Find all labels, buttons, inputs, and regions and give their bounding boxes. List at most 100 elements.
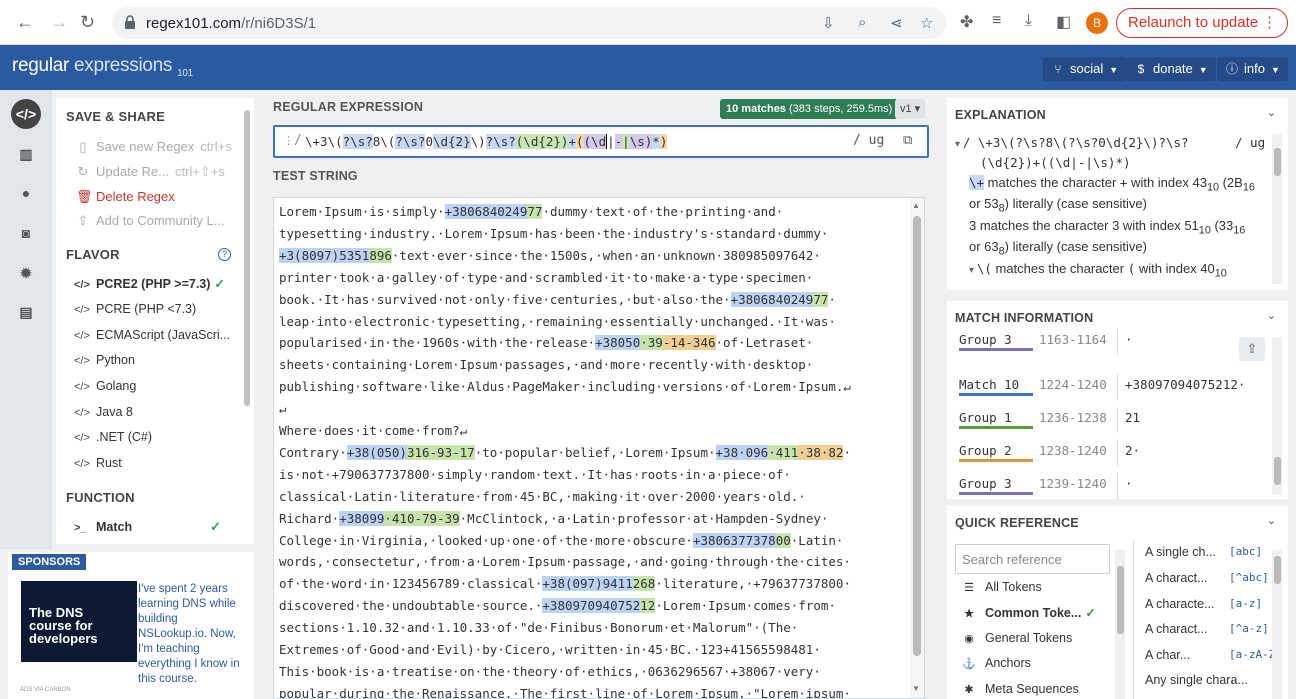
save-icon: ▯ (79, 139, 87, 154)
delete-regex-item[interactable]: 🗑 Delete Regex (76, 189, 175, 205)
donate-button[interactable]: $ donate ▼ (1126, 57, 1216, 81)
ref-token[interactable]: A charact... [^a-z] (1145, 622, 1269, 636)
social-button[interactable]: ⑂ social ▼ (1043, 57, 1127, 81)
reading-list-icon[interactable]: ≡ (992, 12, 1001, 30)
match-highlight: +3806377378 (692, 532, 776, 548)
reload-icon[interactable]: ↻ (80, 12, 95, 33)
ref-token[interactable]: A single ch... [abc] (1145, 545, 1262, 559)
info-button[interactable]: ⓘ info ▼ (1217, 57, 1288, 81)
version-dropdown[interactable]: v1 ▾ (895, 99, 926, 119)
match-highlight: 268 (632, 576, 656, 592)
chevron-down-icon[interactable]: ⌄ (1267, 514, 1276, 527)
copy-icon[interactable]: ⧉ (903, 132, 912, 148)
bookmark-star-icon[interactable]: ☆ (920, 14, 933, 32)
match-highlight: +38·096 (715, 444, 769, 460)
back-icon[interactable]: ← (16, 12, 34, 33)
function-item-match[interactable]: >_ Match (74, 520, 132, 534)
flavor-item-rust[interactable]: </> Rust (74, 456, 122, 470)
flavor-item-dotnet[interactable]: </> .NET (C#) (74, 430, 152, 444)
regex-input[interactable]: ⋮ / \+3\(?\s?8\(?\s?0\d{2}\)?\s?(\d{2})+… (273, 125, 929, 158)
site-logo[interactable]: regular expressions 101 (12, 55, 193, 79)
flavor-item-java[interactable]: </> Java 8 (74, 405, 133, 419)
match-highlight: -14-346 (662, 335, 716, 351)
match-highlight: +38(050) (346, 444, 407, 460)
flavor-item-pcre2[interactable]: </> PCRE2 (PHP >=7.3) ✓ (74, 276, 225, 291)
flavor-item-ecmascript[interactable]: </> ECMAScript (JavaScri... (74, 328, 230, 342)
explanation-line: or 538) literally (case sensitive) (969, 196, 1147, 215)
flavor-item-python[interactable]: </> Python (74, 353, 135, 367)
test-string-editor[interactable]: Lorem·Ipsum·is·simply·+380684024977·dumm… (273, 197, 925, 699)
regex-delimiter: / (294, 133, 302, 148)
explanation-scrollbar[interactable] (1272, 134, 1282, 284)
chevron-down-icon[interactable]: ⌄ (1267, 106, 1276, 119)
ref-token[interactable]: Any single chara.... (1145, 673, 1248, 687)
profile-avatar[interactable]: B (1086, 12, 1108, 34)
test-string-scrollbar[interactable]: ▲ ▼ (910, 198, 924, 698)
download-icon[interactable]: ⤓ (1025, 12, 1032, 30)
test-string-line: Richard·+38099·410-79-39·McClintock,·a·L… (279, 510, 829, 526)
relaunch-button[interactable]: Relaunch to update ⋮ (1116, 8, 1288, 38)
settings-gear-icon[interactable]: ✹ (11, 258, 41, 288)
install-icon[interactable]: ⇩ (822, 14, 835, 32)
stack-icon: ☰ (964, 582, 974, 594)
reference-search-input[interactable]: Search reference (955, 544, 1110, 574)
code-editor-icon[interactable]: </> (11, 99, 41, 129)
ref-category-common[interactable]: ★ Common Toke... ✓ (961, 605, 1096, 620)
test-string-line: Extremes·of·Good·and·Evil)·by·Cicero,·wr… (279, 642, 821, 657)
save-new-regex-item[interactable]: ▯ Save new Regex ctrl+s (76, 139, 231, 155)
ref-category-all[interactable]: ☰ All Tokens (961, 580, 1042, 594)
ad-text[interactable]: I've spent 2 years learning DNS while bu… (138, 582, 248, 687)
ref-category-general[interactable]: ◉ General Tokens (961, 631, 1072, 645)
drag-handle-icon[interactable]: ⋮ (283, 134, 294, 147)
flavor-heading: FLAVOR (66, 247, 120, 262)
ref-category-anchors[interactable]: ⚓ Anchors (961, 656, 1031, 670)
ref-token[interactable]: A charact... [^abc] (1145, 571, 1269, 585)
trash-icon: 🗑 (76, 189, 93, 204)
code-icon: </> (74, 432, 90, 444)
anchor-icon: ⚓ (962, 658, 976, 670)
ref-category-scrollbar[interactable] (1115, 550, 1125, 699)
test-string-line: printer·took·a·galley·of·type·and·scramb… (279, 269, 814, 285)
match-info-panel: MATCH INFORMATION ⌄ ⇪ Group 3 1163-1164 · … (947, 301, 1288, 499)
code-icon: </> (74, 355, 90, 367)
test-string-line: ↵ (279, 401, 287, 417)
ad-image[interactable]: The DNS course for developers (21, 581, 137, 662)
zoom-icon[interactable]: ⌕ (858, 14, 866, 31)
forward-icon[interactable]: → (50, 12, 68, 33)
match-info-scrollbar[interactable] (1272, 337, 1282, 495)
regex-pattern[interactable]: \+3\(?\s?8\(?\s?0\d{2}\)?\s?(\d{2})+((\d… (305, 134, 668, 149)
ref-token[interactable]: A char... [a-zA-Z] (1145, 648, 1282, 662)
left-panel: SAVE & SHARE ▯ Save new Regex ctrl+s ↻ Upda… (56, 98, 254, 544)
code-icon: </> (74, 458, 90, 470)
quiz-icon[interactable]: ◙ (11, 218, 41, 248)
chevron-down-icon[interactable]: ⌄ (1267, 309, 1276, 322)
browser-toolbar: ← → ↻ regex101.com/r/ni6D3S/1 ⇩ ⌕ ⋖ ☆ ✤ … (0, 0, 1296, 45)
share-icon[interactable]: ⋖ (890, 14, 903, 32)
ref-category-meta[interactable]: ✱ Meta Sequences (961, 682, 1078, 696)
match-highlight: +380970940752 (542, 598, 641, 614)
account-icon[interactable]: ● (11, 178, 41, 208)
save-share-heading: SAVE & SHARE (66, 109, 165, 124)
flavor-item-pcre[interactable]: </> PCRE (PHP <7.3) (74, 302, 196, 316)
flavor-item-golang[interactable]: </> Golang (74, 379, 136, 393)
match-highlight: ·410-79-39 (384, 510, 460, 526)
side-panel-icon[interactable]: ◧ (1056, 12, 1071, 32)
extensions-icon[interactable]: ✤ (960, 12, 973, 32)
test-string-line: leap·into·electronic·typesetting,·remain… (279, 313, 836, 329)
add-to-community-item[interactable]: ⇪ Add to Community L... (76, 213, 225, 229)
ads-via-carbon[interactable]: ADS VIA CARBON (20, 687, 71, 693)
address-bar[interactable]: regex101.com/r/ni6D3S/1 ⇩ ⌕ ⋖ ☆ (112, 7, 946, 39)
chat-icon[interactable]: ▤ (11, 297, 41, 327)
match-highlight: ·411 (768, 444, 799, 460)
match-highlight: 00 (775, 532, 791, 548)
help-icon[interactable]: ? (218, 248, 231, 261)
library-icon[interactable]: ▥ (11, 139, 41, 169)
regex-flags[interactable]: / ug (853, 133, 884, 148)
export-icon[interactable]: ⇪ (1239, 337, 1265, 361)
ref-token[interactable]: A characte... [a-z] (1145, 597, 1262, 611)
left-panel-scrollbar[interactable] (244, 110, 250, 406)
meta-icon: ✱ (964, 684, 974, 696)
ref-token-scrollbar[interactable] (1272, 550, 1282, 699)
update-regex-item[interactable]: ↻ Update Re... ctrl+⇧+s (76, 164, 225, 180)
lock-icon (125, 15, 135, 29)
